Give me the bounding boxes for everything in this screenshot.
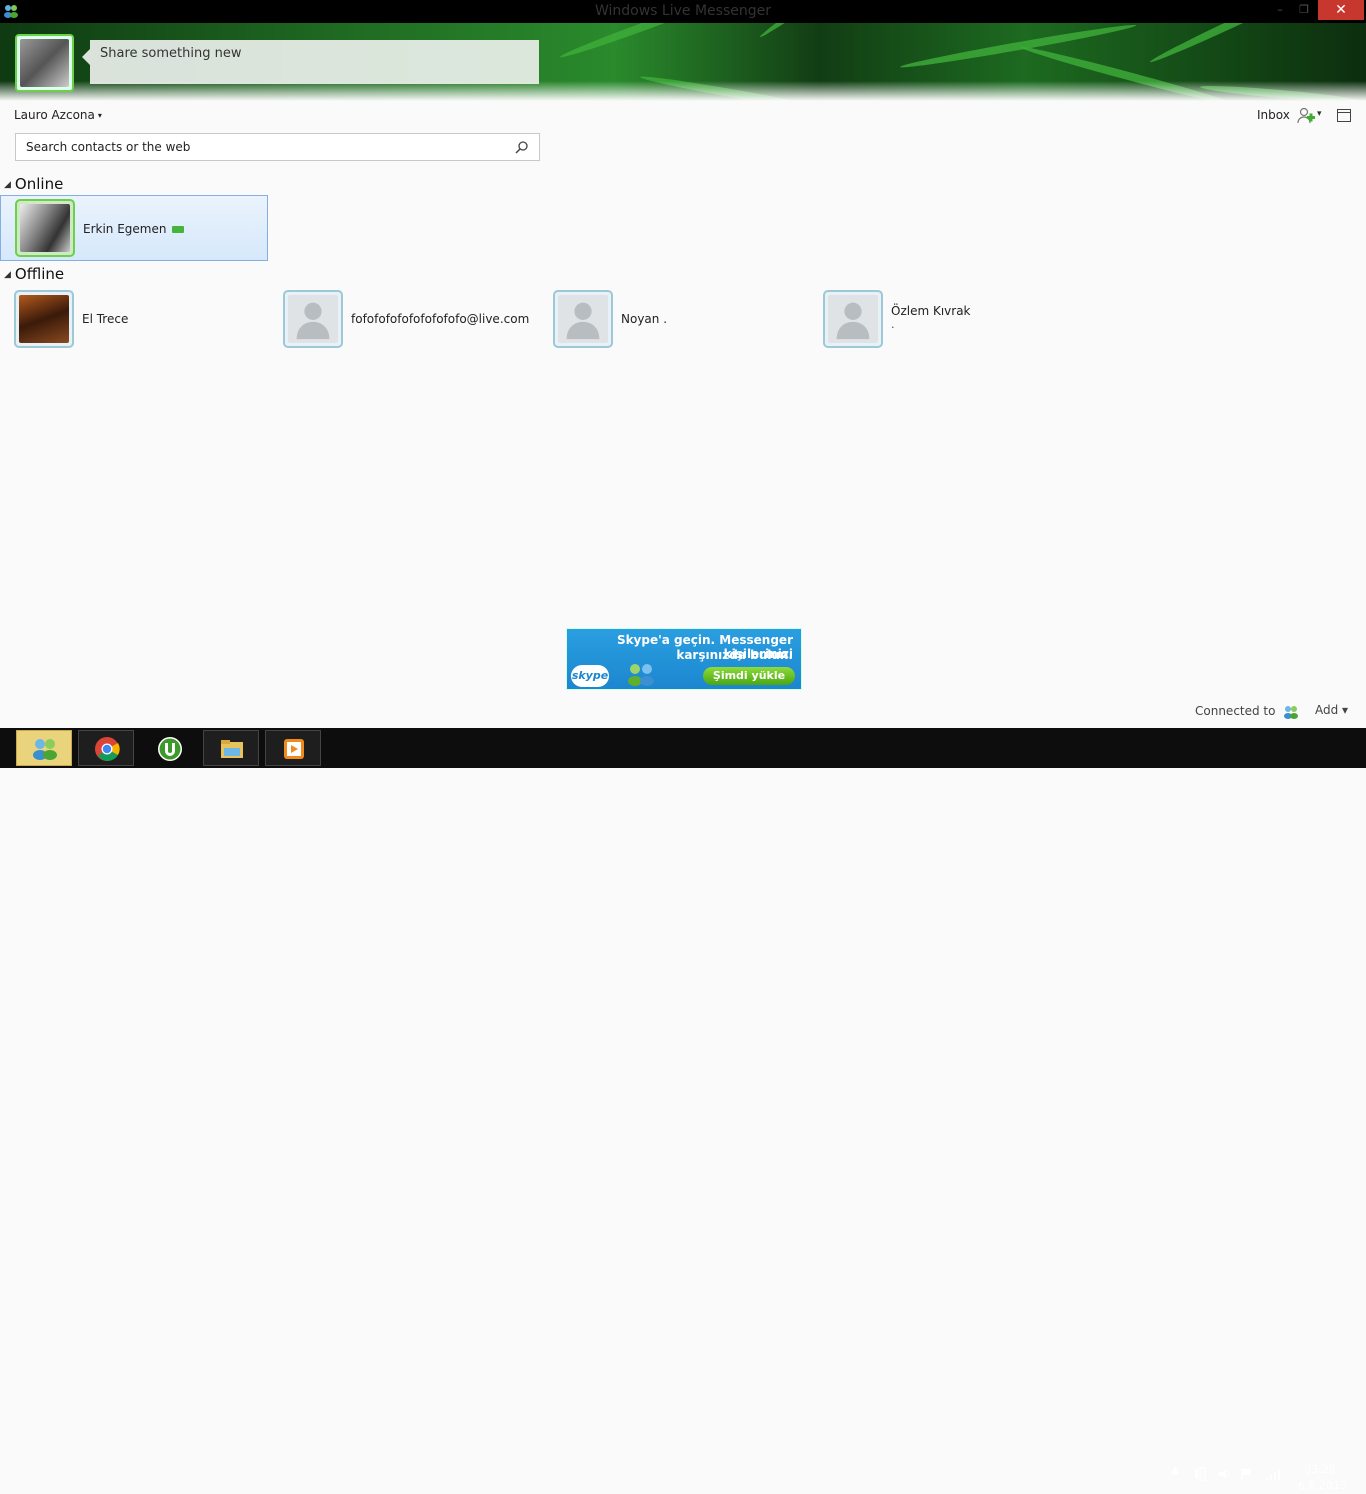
group-header-offline[interactable]: ◢ Offline: [4, 265, 64, 283]
default-user-icon: [288, 295, 338, 343]
user-name-label: Lauro Azcona: [14, 108, 95, 122]
user-name-menu[interactable]: Lauro Azcona ▾: [14, 108, 102, 122]
taskbar-messenger[interactable]: [16, 730, 72, 766]
contact-name: El Trece: [82, 312, 129, 326]
contact-avatar: [14, 290, 74, 348]
network-signal-icon[interactable]: [1265, 1467, 1281, 1481]
speech-notch: [82, 49, 90, 65]
title-bar: Windows Live Messenger – ❐ ✕: [0, 0, 1366, 23]
window-title: Windows Live Messenger: [594, 3, 771, 19]
search-input[interactable]: [16, 134, 496, 160]
contact-avatar: [283, 290, 343, 348]
maximize-button[interactable]: ❐: [1292, 0, 1316, 20]
contact-status-message: .: [891, 318, 895, 331]
search-box: [15, 133, 540, 161]
group-label: Online: [14, 175, 64, 193]
taskbar-clock[interactable]: 03:28 6.8.2013: [1298, 1462, 1347, 1494]
contact-item[interactable]: El Trece: [0, 286, 268, 352]
people-network-icon[interactable]: [1283, 705, 1299, 719]
skype-logo: skype: [571, 665, 609, 687]
add-person-icon: [1297, 107, 1315, 124]
video-camera-icon: [172, 226, 185, 233]
background-leaf: [899, 23, 1138, 71]
taskbar-file-explorer[interactable]: [203, 730, 259, 766]
default-user-icon: [828, 295, 878, 343]
chrome-icon: [95, 737, 120, 761]
background-leaf: [558, 23, 731, 61]
search-icon[interactable]: [515, 140, 529, 154]
contact-name-text: Erkin Egemen: [83, 222, 167, 236]
contact-name: Erkin Egemen: [83, 222, 185, 236]
chevron-down-icon: ▾: [97, 111, 102, 120]
contact-photo: [19, 295, 69, 343]
taskbar-media-player[interactable]: [265, 730, 321, 766]
connection-status: Connected to: [1195, 704, 1299, 719]
collapse-triangle-icon: ◢: [4, 180, 11, 190]
my-display-picture[interactable]: [15, 34, 74, 92]
share-placeholder: Share something new: [100, 46, 242, 61]
add-contact-button[interactable]: ▾: [1297, 107, 1327, 125]
contact-avatar: [553, 290, 613, 348]
avatar: [20, 39, 69, 87]
utorrent-icon: [158, 737, 182, 761]
media-player-icon: [284, 739, 304, 759]
taskbar: ▲ 03:28 6.8.2013: [0, 728, 1366, 1492]
show-hidden-icons-button[interactable]: ▲: [1171, 1463, 1179, 1476]
volume-icon[interactable]: [1217, 1467, 1233, 1481]
action-center-flag-icon[interactable]: [1240, 1467, 1256, 1481]
clock-time: 03:28: [1304, 1463, 1336, 1476]
ad-text-line2: karşınızda bulun.: [676, 648, 793, 662]
file-explorer-icon: [221, 740, 243, 758]
contact-item[interactable]: fofofofofofofofofofo@live.com: [269, 286, 537, 352]
default-user-icon: [558, 295, 608, 343]
add-network-button[interactable]: Add ▾: [1315, 703, 1348, 717]
contact-name: Noyan .: [621, 312, 668, 326]
share-status-box[interactable]: Share something new: [82, 40, 539, 84]
group-header-online[interactable]: ◢ Online: [4, 175, 63, 193]
connected-to-label: Connected to: [1195, 704, 1276, 718]
taskbar-utorrent[interactable]: [141, 730, 197, 766]
collapse-triangle-icon: ◢: [4, 270, 11, 280]
contact-item[interactable]: Noyan .: [539, 286, 807, 352]
contact-item[interactable]: Erkin Egemen: [0, 195, 268, 261]
messenger-buddies-icon: [628, 664, 654, 686]
skype-ad-banner[interactable]: Skype'a geçin. Messenger kişilerinizi ka…: [566, 628, 802, 690]
group-label: Offline: [14, 265, 65, 283]
taskbar-chrome[interactable]: [78, 730, 134, 766]
background-leaf: [757, 23, 943, 41]
contact-photo: [20, 204, 70, 252]
messenger-icon: [33, 739, 57, 760]
chevron-down-icon: ▾: [1317, 109, 1322, 119]
inbox-link[interactable]: Inbox: [1257, 108, 1290, 122]
background-leaf: [1148, 23, 1333, 66]
power-icon[interactable]: [1192, 1467, 1208, 1481]
clock-date: 6.8.2013: [1298, 1479, 1347, 1492]
install-now-button[interactable]: Şimdi yükle: [703, 667, 795, 685]
contact-name: fofofofofofofofofofo@live.com: [351, 312, 530, 326]
contact-avatar: [823, 290, 883, 348]
layout-toggle-button[interactable]: [1337, 109, 1351, 122]
close-button[interactable]: ✕: [1318, 0, 1364, 20]
header-fade: [0, 81, 1366, 101]
contact-avatar: [15, 199, 75, 257]
contact-name: Özlem Kıvrak: [891, 304, 971, 318]
contact-item[interactable]: Özlem Kıvrak .: [809, 286, 1077, 352]
minimize-button[interactable]: –: [1268, 0, 1292, 20]
